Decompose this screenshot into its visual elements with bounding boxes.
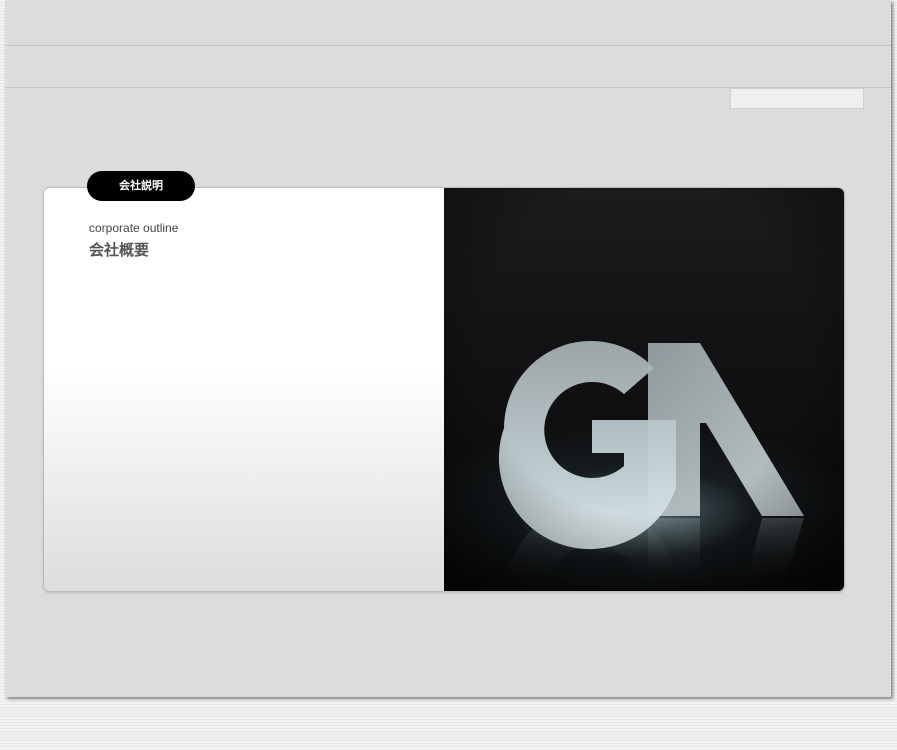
page-title: 会社概要 — [89, 241, 150, 259]
section-tab: 会社説明 — [87, 171, 195, 201]
content-panel: corporate outline 会社概要 — [44, 188, 444, 591]
content-card: corporate outline 会社概要 — [43, 187, 845, 592]
search-input[interactable] — [730, 88, 864, 109]
header-band — [5, 0, 891, 46]
nav-band — [5, 46, 891, 88]
hero-image — [444, 188, 844, 591]
ga-logo-image — [444, 188, 844, 591]
page-subtitle: corporate outline — [89, 221, 179, 235]
